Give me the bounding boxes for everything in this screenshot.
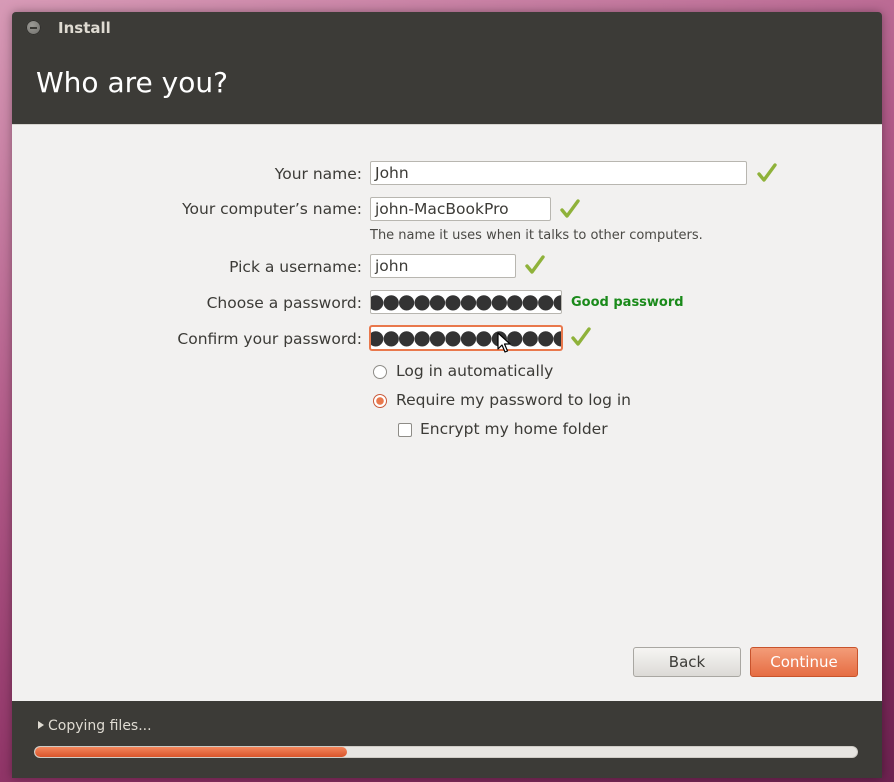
name-label: Your name: <box>274 165 362 183</box>
name-field[interactable]: John <box>370 161 747 185</box>
username-field[interactable]: john <box>370 254 516 278</box>
computer-name-label: Your computer’s name: <box>182 200 362 218</box>
progress-label: Copying files... <box>48 718 152 734</box>
password-label: Choose a password: <box>206 294 362 312</box>
copying-files-expander[interactable]: Copying files... <box>38 718 152 734</box>
progress-footer: Copying files... <box>12 702 882 778</box>
password-field[interactable]: ●●●●●●●●●●●●●● <box>370 290 562 314</box>
confirm-password-valid-check-icon <box>571 327 591 346</box>
user-form-panel: Your name: John Your computer’s name: jo… <box>12 124 882 701</box>
username-valid-check-icon <box>525 255 545 274</box>
confirm-password-mask: ●●●●●●●●●●●●●● <box>370 326 561 349</box>
username-label: Pick a username: <box>229 258 362 276</box>
log-in-automatically-radio[interactable] <box>373 365 387 379</box>
continue-button[interactable]: Continue <box>750 647 858 677</box>
mouse-pointer-icon <box>497 332 511 353</box>
confirm-password-field[interactable]: ●●●●●●●●●●●●●● <box>370 326 562 350</box>
password-strength: Good password <box>571 295 684 310</box>
require-password-radio[interactable] <box>373 394 387 408</box>
name-valid-check-icon <box>757 163 777 182</box>
title-bar: Install <box>12 12 882 44</box>
password-mask: ●●●●●●●●●●●●●● <box>370 290 561 313</box>
progress-bar <box>34 746 858 758</box>
encrypt-home-label[interactable]: Encrypt my home folder <box>420 420 608 438</box>
back-button[interactable]: Back <box>633 647 741 677</box>
expand-arrow-icon <box>38 721 44 729</box>
computer-name-field[interactable]: john-MacBookPro <box>370 197 551 221</box>
window-title: Install <box>58 19 111 37</box>
log-in-automatically-label[interactable]: Log in automatically <box>396 362 553 380</box>
encrypt-home-checkbox[interactable] <box>398 423 412 437</box>
computer-name-hint: The name it uses when it talks to other … <box>370 228 703 243</box>
require-password-label[interactable]: Require my password to log in <box>396 391 631 409</box>
page-heading: Who are you? <box>36 66 228 99</box>
computer-name-valid-check-icon <box>560 199 580 218</box>
confirm-password-label: Confirm your password: <box>177 330 362 348</box>
installer-window: Install Who are you? Your name: John You… <box>12 12 882 778</box>
progress-bar-fill <box>35 747 348 757</box>
close-window-button[interactable] <box>26 20 41 35</box>
